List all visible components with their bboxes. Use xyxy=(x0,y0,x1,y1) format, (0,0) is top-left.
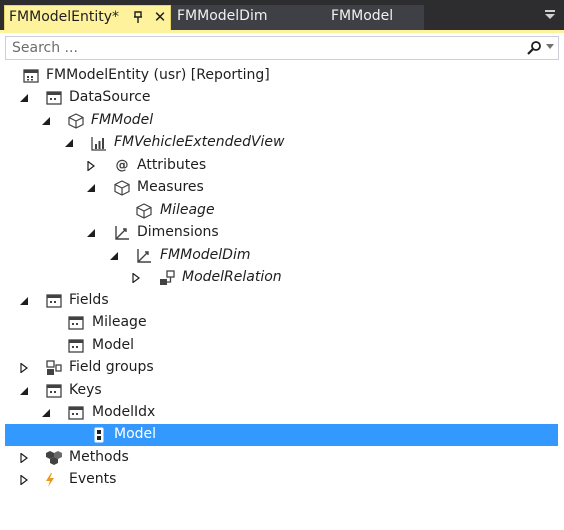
tree-node-label: Mileage xyxy=(160,202,215,218)
tree-node-label: FMModelEntity (usr) [Reporting] xyxy=(46,67,270,83)
collapsed-arrow-icon[interactable] xyxy=(19,475,29,485)
tree-node-field-model[interactable]: Model xyxy=(0,335,564,357)
field-icon xyxy=(68,316,84,330)
expanded-arrow-icon[interactable] xyxy=(41,116,51,126)
collapsed-arrow-icon[interactable] xyxy=(19,453,29,463)
search-icon[interactable] xyxy=(526,40,542,56)
tree-node-label: Field groups xyxy=(69,359,154,375)
tab-fmmodel[interactable]: FMModel xyxy=(331,8,393,24)
tree-node-field-mileage[interactable]: Mileage xyxy=(0,312,564,334)
methods-cubes-icon xyxy=(46,451,62,465)
at-sign-icon: @ xyxy=(115,158,129,173)
tree-node-label: FMVehicleExtendedView xyxy=(114,134,285,150)
tab-label: FMModelEntity* xyxy=(9,9,120,25)
tree-node-mileage-measure[interactable]: Mileage xyxy=(0,200,564,222)
tree-node-key-model[interactable]: Model xyxy=(5,424,558,446)
search-options-chevron-icon[interactable] xyxy=(546,44,554,50)
tree-node-label: DataSource xyxy=(69,89,151,105)
tree-node-fmmodel[interactable]: FMModel xyxy=(0,110,564,132)
expanded-arrow-icon[interactable] xyxy=(19,93,29,103)
dimension-axis-icon xyxy=(137,249,151,263)
bar-chart-icon xyxy=(91,137,106,151)
inactive-tabs: FMModelDim FMModel xyxy=(171,5,424,30)
tree-node-label: FMModel xyxy=(91,112,154,128)
table-icon xyxy=(23,69,39,83)
table-icon xyxy=(46,294,62,308)
relation-icon xyxy=(160,270,175,285)
cube-icon xyxy=(136,203,152,219)
tree-node-events[interactable]: Events xyxy=(0,469,564,491)
expanded-arrow-icon[interactable] xyxy=(19,296,29,306)
tree-node-datasource[interactable]: DataSource xyxy=(0,87,564,109)
tree-node-modelidx[interactable]: ModelIdx xyxy=(0,402,564,424)
tree-node-field-groups[interactable]: Field groups xyxy=(0,357,564,379)
tree-node-root[interactable]: FMModelEntity (usr) [Reporting] xyxy=(0,65,564,87)
cube-icon xyxy=(114,180,130,196)
tree-node-label: ModelIdx xyxy=(92,404,156,420)
collapsed-arrow-icon[interactable] xyxy=(19,363,29,373)
tree-node-modelrelation[interactable]: ModelRelation xyxy=(0,267,564,289)
collapsed-arrow-icon[interactable] xyxy=(86,161,96,171)
designer-pane: Search ... FMModelEntity (usr) [Reportin… xyxy=(0,30,564,530)
tree-node-measures[interactable]: Measures xyxy=(0,177,564,199)
pin-icon[interactable] xyxy=(131,9,145,25)
tab-overflow-dropdown-icon[interactable] xyxy=(543,8,557,22)
tree-node-fmmodeldim[interactable]: FMModelDim xyxy=(0,245,564,267)
tree-node-attributes[interactable]: @ Attributes xyxy=(0,155,564,177)
tree-node-label: Keys xyxy=(69,382,102,398)
search-placeholder: Search ... xyxy=(12,40,78,56)
tree-node-label: Fields xyxy=(69,292,109,308)
expanded-arrow-icon[interactable] xyxy=(86,183,96,193)
document-tab-strip: FMModelEntity* ✕ FMModelDim FMModel xyxy=(0,0,564,30)
lightning-bolt-icon xyxy=(46,473,54,487)
tree-node-view[interactable]: FMVehicleExtendedView xyxy=(0,132,564,154)
expanded-arrow-icon[interactable] xyxy=(86,228,96,238)
dimension-axis-icon xyxy=(115,226,129,240)
expanded-arrow-icon[interactable] xyxy=(109,251,119,261)
expanded-arrow-icon[interactable] xyxy=(64,138,74,148)
collapsed-arrow-icon[interactable] xyxy=(131,273,141,283)
expanded-arrow-icon[interactable] xyxy=(41,408,51,418)
tree-node-label: Mileage xyxy=(92,314,147,330)
tree-node-label: Attributes xyxy=(137,157,207,173)
tree-node-label: Model xyxy=(92,337,135,353)
field-group-icon xyxy=(46,360,62,375)
cube-icon xyxy=(68,113,84,129)
tree-node-label: Model xyxy=(114,426,157,442)
tree-node-keys[interactable]: Keys xyxy=(0,380,564,402)
tree-node-dimensions[interactable]: Dimensions xyxy=(0,222,564,244)
tree-node-label: FMModelDim xyxy=(160,247,251,263)
field-icon xyxy=(68,339,84,353)
tab-fmmodelentity[interactable]: FMModelEntity* ✕ xyxy=(4,5,171,30)
tree-node-fields[interactable]: Fields xyxy=(0,290,564,312)
expanded-arrow-icon[interactable] xyxy=(19,386,29,396)
table-icon xyxy=(46,91,62,105)
search-input[interactable]: Search ... xyxy=(5,36,559,60)
key-field-icon xyxy=(94,427,104,443)
tree-node-label: Dimensions xyxy=(137,224,219,240)
table-icon xyxy=(46,384,62,398)
tree-node-label: ModelRelation xyxy=(182,269,282,285)
close-icon[interactable]: ✕ xyxy=(153,8,167,26)
tab-fmmodeldim[interactable]: FMModelDim xyxy=(177,8,267,24)
tree-node-methods[interactable]: Methods xyxy=(0,447,564,469)
tree-node-label: Methods xyxy=(69,449,129,465)
tree-node-label: Measures xyxy=(137,179,204,195)
tree-node-label: Events xyxy=(69,471,117,487)
index-icon xyxy=(68,406,84,420)
